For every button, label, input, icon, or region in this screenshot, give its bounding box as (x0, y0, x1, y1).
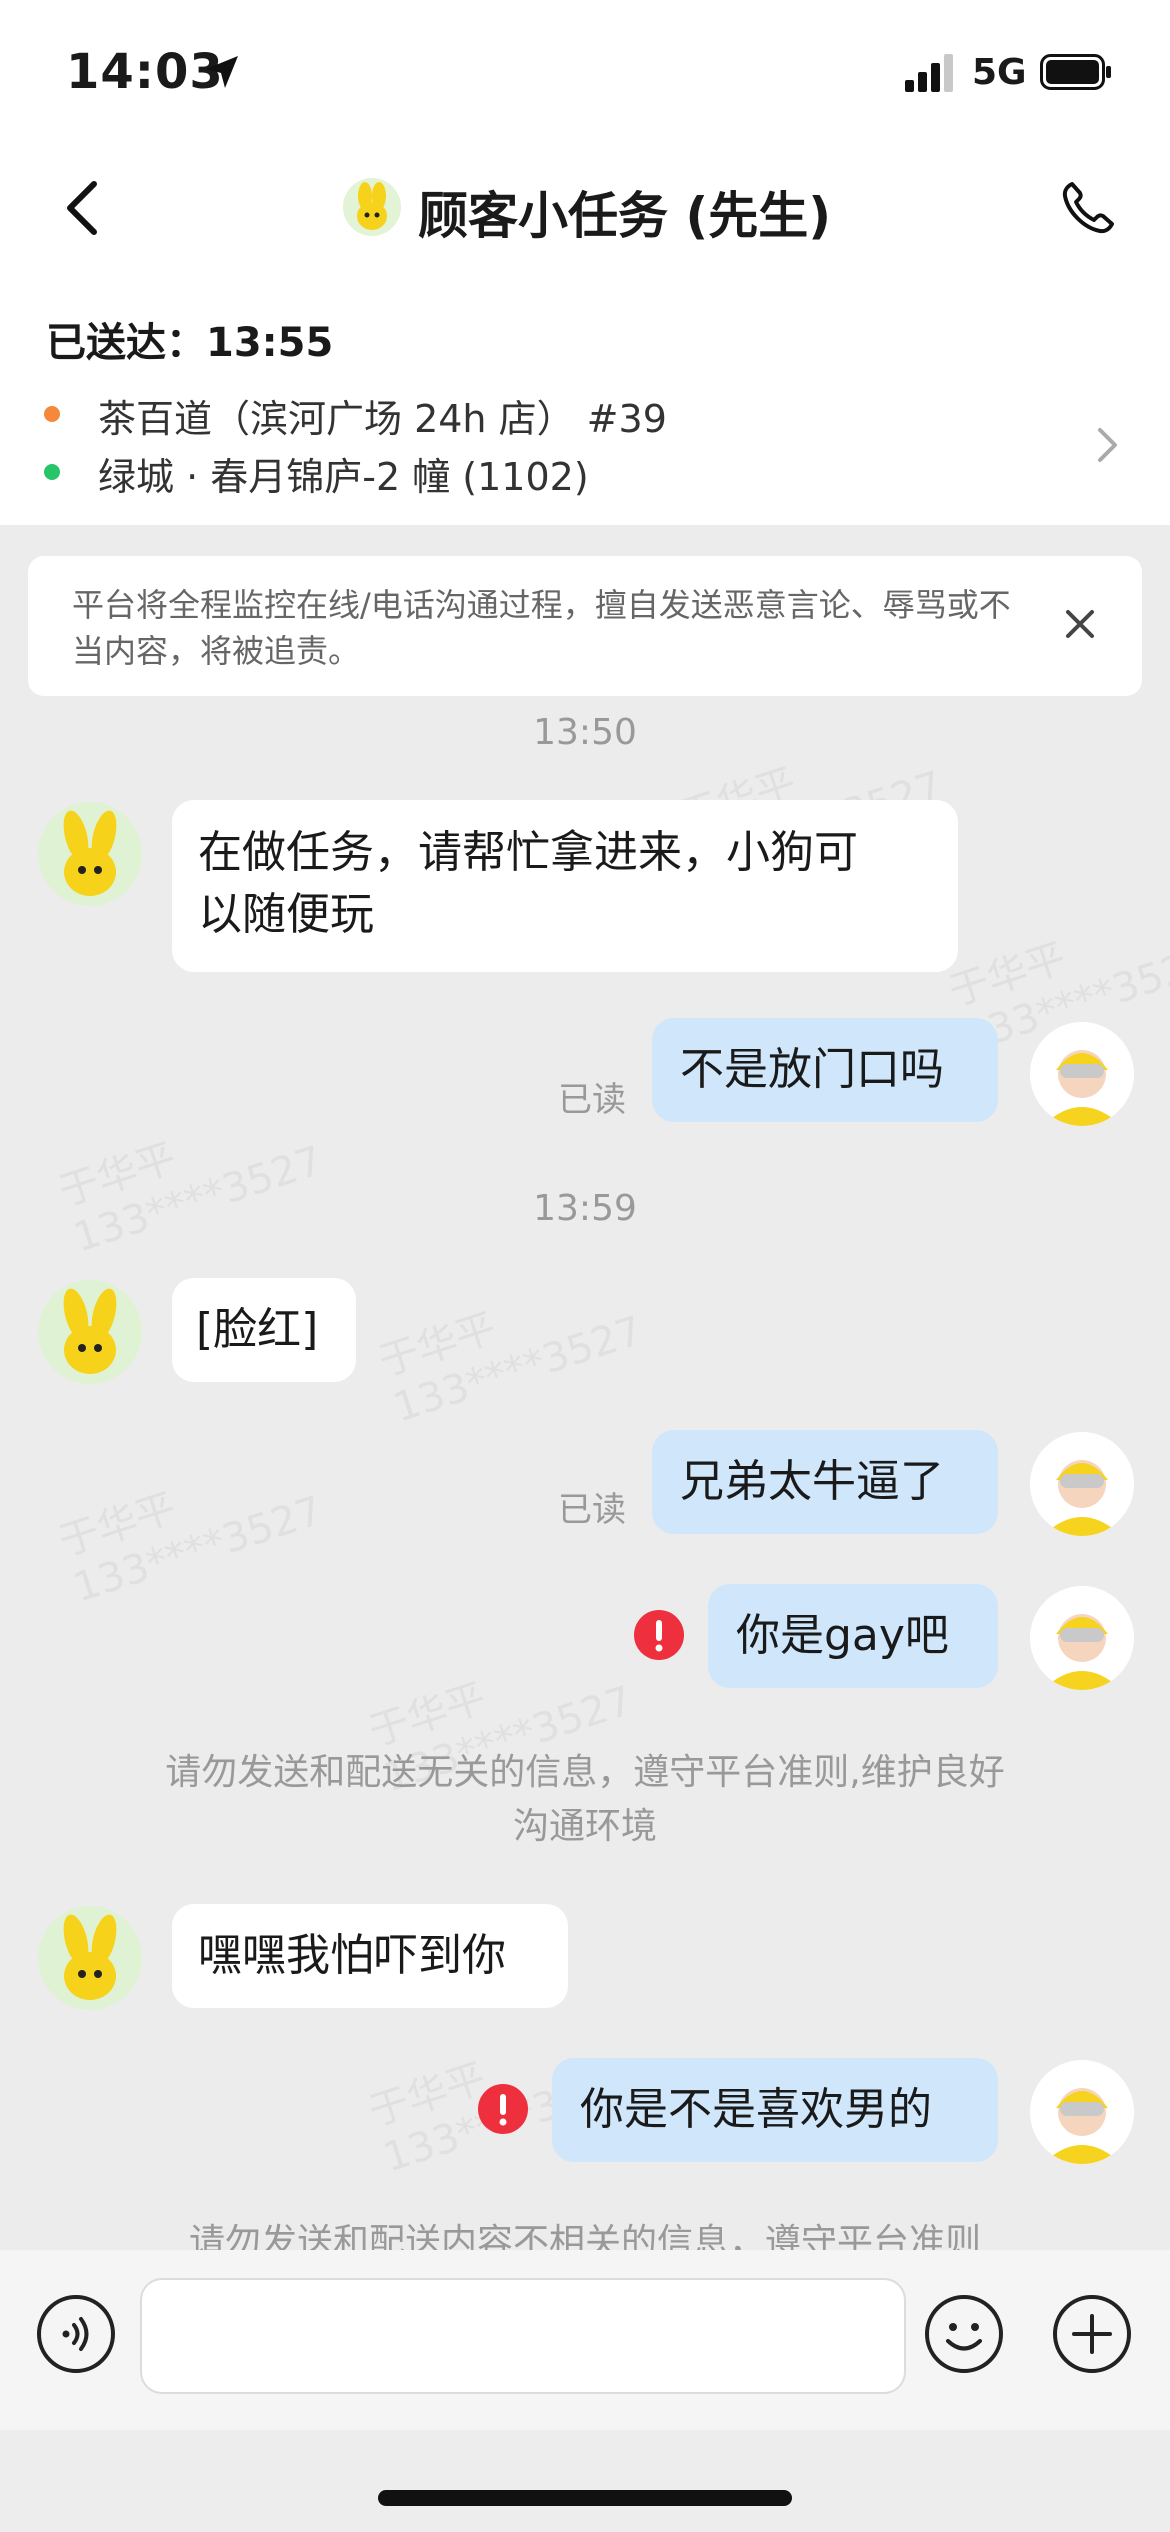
emoji-icon[interactable] (924, 2294, 1004, 2374)
courier-avatar[interactable] (1030, 1022, 1134, 1126)
delivery-status: 已送达：13:55 (46, 320, 334, 366)
dropoff-dot (44, 464, 60, 480)
customer-avatar[interactable] (38, 1280, 142, 1384)
watermark: 于华平133****3527 (373, 1304, 648, 1432)
customer-avatar-small (343, 178, 401, 236)
send-failed-icon[interactable] (634, 1610, 684, 1660)
message-bubble-right: 你是gay吧 (708, 1584, 998, 1688)
courier-avatar[interactable] (1030, 1586, 1134, 1690)
signal-strength-icon (905, 54, 953, 92)
message-bubble-left: [脸红] (172, 1278, 356, 1382)
page-title: 顾客小任务 (先生) (418, 187, 832, 245)
warning-text: 平台将全程监控在线/电话沟通过程，擅自发送恶意言论、辱骂或不当内容，将被追责。 (72, 586, 1011, 670)
chat-timestamp: 13:59 (533, 1188, 637, 1229)
chat-timestamp: 13:50 (533, 712, 637, 753)
message-bubble-right: 不是放门口吗 (652, 1018, 998, 1122)
home-indicator-area (0, 2430, 1170, 2532)
battery-icon (1040, 54, 1111, 90)
message-bubble-left: 在做任务，请帮忙拿进来，小狗可 以随便玩 (172, 800, 958, 972)
chevron-right-icon[interactable] (1095, 425, 1121, 465)
message-input[interactable] (140, 2278, 906, 2394)
phone-icon[interactable] (1058, 178, 1118, 238)
system-notice: 请勿发送和配送无关的信息，遵守平台准则,维护良好 沟通环境 (165, 1752, 1005, 1847)
courier-avatar[interactable] (1030, 2060, 1134, 2164)
message-bubble-left: 嘿嘿我怕吓到你 (172, 1904, 568, 2008)
read-receipt: 已读 (558, 1080, 626, 1120)
dropoff-address: 绿城 · 春月锦庐-2 幢 (1102) (98, 455, 589, 499)
customer-avatar[interactable] (38, 802, 142, 906)
read-receipt: 已读 (558, 1490, 626, 1530)
watermark: 于华平133****3527 (53, 1134, 328, 1262)
home-indicator[interactable] (378, 2490, 792, 2506)
network-type: 5G (972, 52, 1027, 93)
customer-avatar[interactable] (38, 1906, 142, 2010)
add-more-icon[interactable] (1052, 2294, 1132, 2374)
message-bubble-right: 兄弟太牛逼了 (652, 1430, 998, 1534)
courier-avatar[interactable] (1030, 1432, 1134, 1536)
watermark: 于华平133****3527 (53, 1484, 328, 1612)
pickup-dot (44, 406, 60, 422)
close-icon[interactable] (1062, 606, 1098, 642)
back-arrow-icon[interactable] (60, 178, 104, 238)
status-time: 14:03 (66, 44, 224, 100)
message-bubble-right: 你是不是喜欢男的 (552, 2058, 998, 2162)
send-failed-icon[interactable] (478, 2084, 528, 2134)
voice-input-icon[interactable] (36, 2294, 116, 2374)
pickup-address: 茶百道（滨河广场 24h 店） #39 (98, 397, 667, 441)
location-arrow-icon (206, 56, 238, 88)
